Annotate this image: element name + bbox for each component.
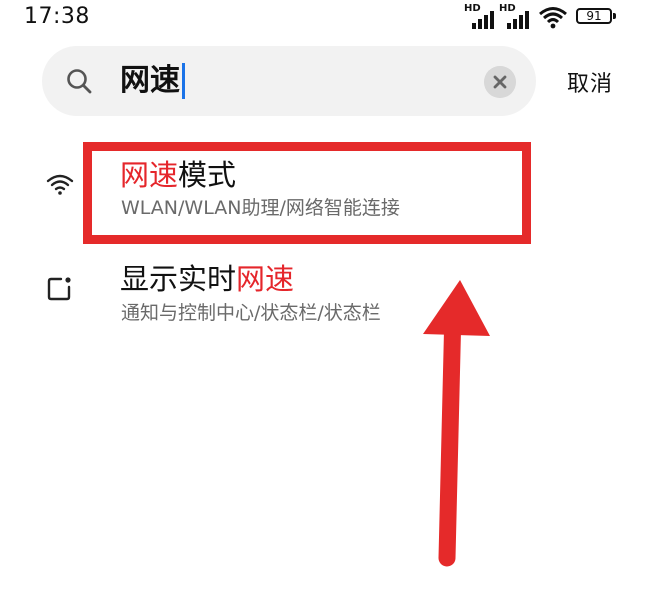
status-bar: 17:38 HD HD 91 <box>0 0 650 36</box>
battery-icon: 91 <box>576 8 612 24</box>
search-result-item[interactable]: 显示实时网速 通知与控制中心/状态栏/状态栏 <box>0 252 650 342</box>
wifi-status-icon <box>539 7 567 29</box>
result-title-highlight: 网速 <box>120 158 179 192</box>
search-bar[interactable]: 网速 <box>42 46 536 116</box>
status-bar-icon <box>47 277 71 301</box>
result-title-rest: 模式 <box>178 158 237 192</box>
text-caret <box>182 63 185 99</box>
battery-tip <box>613 13 616 19</box>
status-time: 17:38 <box>24 4 90 29</box>
search-result-item[interactable]: 网速模式 WLAN/WLAN助理/网络智能连接 <box>0 140 650 250</box>
search-icon <box>67 69 92 94</box>
battery-level: 91 <box>586 9 602 23</box>
result-title-highlight: 网速 <box>236 262 295 296</box>
cancel-button[interactable]: 取消 <box>567 66 613 98</box>
cellular-signal-icon: HD <box>499 3 531 29</box>
search-query: 网速 <box>120 63 180 98</box>
screen: 17:38 HD HD 91 网速 取消 网速模式 WLAN/WLAN助理/网络… <box>0 0 650 595</box>
result-title-prefix: 显示实时 <box>120 262 237 296</box>
cellular-signal-icon: HD <box>464 3 496 29</box>
result-title: 显示实时网速 <box>120 256 294 298</box>
result-path: WLAN/WLAN助理/网络智能连接 <box>121 197 400 219</box>
clear-icon[interactable] <box>484 66 516 98</box>
hd-label: HD <box>499 3 516 14</box>
wifi-icon <box>46 174 74 195</box>
result-path: 通知与控制中心/状态栏/状态栏 <box>121 302 381 324</box>
search-input[interactable]: 网速 <box>120 56 185 106</box>
hd-label: HD <box>464 3 481 14</box>
result-title: 网速模式 <box>120 152 236 194</box>
